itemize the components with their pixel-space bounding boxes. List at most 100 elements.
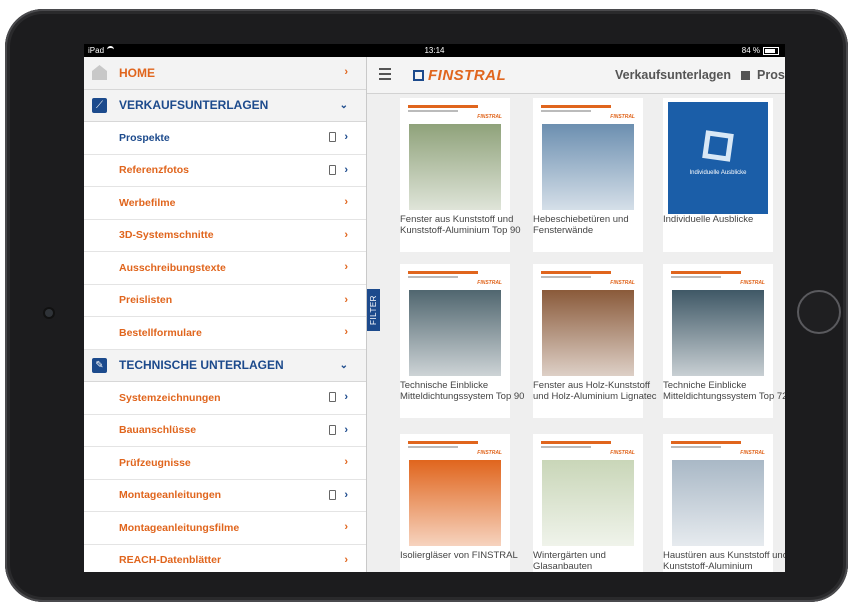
chevron-right-icon: › (344, 423, 348, 436)
cover-subheading-line (408, 110, 458, 112)
breadcrumb-verkaufsunterlagen[interactable]: Verkaufsunterlagen (615, 68, 731, 82)
filter-tab[interactable]: FILTER (367, 289, 380, 331)
cover-heading-line (541, 441, 611, 444)
document-card[interactable]: FINSTRAL Isoliergläser von FINSTRAL (400, 434, 518, 572)
tablet-icon (329, 392, 336, 402)
sidebar-item-label: Bauanschlüsse (119, 424, 197, 437)
battery-icon (763, 46, 779, 55)
sidebar-item[interactable]: Bestellformulare › (84, 317, 366, 350)
finstral-logo: FINSTRAL (413, 66, 506, 84)
square-icon (741, 71, 751, 80)
document-card[interactable]: FINSTRAL Haustüren aus Kunststoff und Kun… (663, 434, 785, 572)
sidebar-item[interactable]: Prospekte › (84, 122, 366, 155)
document-card[interactable]: FINSTRAL Technische Einblicke Mitteldicht… (400, 264, 524, 418)
chevron-right-icon: › (344, 456, 348, 468)
tablet-icon (329, 424, 336, 435)
document-cover[interactable]: FINSTRAL (405, 438, 505, 550)
chevron-right-icon: › (344, 488, 348, 501)
tablet-icon (329, 489, 336, 500)
document-card[interactable]: FINSTRAL Wintergärten und Glasanbauten (533, 434, 643, 572)
chevron-down-icon: ⌄ (339, 99, 348, 111)
cover-photo (542, 124, 634, 210)
sidebar-item[interactable]: Referenzfotos › (84, 155, 366, 187)
cover-brand: FINSTRAL (477, 450, 502, 456)
cover-heading-line (541, 105, 611, 108)
chevron-right-icon: › (344, 66, 348, 78)
sidebar-item[interactable]: Prüfzeugnisse › (84, 447, 366, 480)
sidebar-item[interactable]: REACH-Datenblätter › (84, 545, 366, 573)
document-card[interactable]: Individuelle Ausblicke Individuelle Ausbl… (663, 98, 773, 252)
sidebar-item[interactable]: 3D-Systemschnitte › (84, 220, 366, 252)
sidebar-item-label: REACH-Datenblätter (119, 554, 222, 567)
sidebar-item-label: Montageanleitungen (119, 489, 222, 502)
chevron-down-icon: ⌄ (339, 359, 348, 371)
sidebar-item-label: VERKAUFSUNTERLAGEN (119, 98, 269, 113)
document-caption: Fenster aus Kunststoff und Kunststoff-Al… (400, 214, 521, 236)
home-button[interactable] (797, 290, 841, 334)
sidebar-item-label: Ausschreibungstexte (119, 261, 226, 274)
chart-icon: ⟋ (92, 97, 107, 113)
chevron-right-icon: › (344, 228, 348, 241)
sidebar-item[interactable]: Montageanleitungen › (84, 480, 366, 512)
chevron-right-icon: › (344, 261, 348, 273)
sidebar-item-label: Preislisten (119, 294, 173, 307)
document-caption: Haustüren aus Kunststoff und Kunststoff-… (663, 550, 785, 572)
cover-subheading-line (671, 276, 721, 278)
document-card[interactable]: FINSTRAL Hebeschiebetüren und Fensterwänd… (533, 98, 643, 252)
sidebar-section[interactable]: ⟋ VERKAUFSUNTERLAGEN ⌄ (84, 89, 366, 122)
logo-mark-icon (413, 69, 424, 81)
screen: iPad 13:14 84 % HOME › ⟋ VERKAUFSUNTERLAGEN… (84, 44, 785, 572)
menu-icon[interactable] (379, 68, 391, 80)
document-caption: Hebeschiebetüren und Fensterwände (533, 214, 629, 236)
breadcrumb: Verkaufsunterlagen Pros (615, 68, 785, 82)
cover-brand: FINSTRAL (477, 280, 502, 286)
sidebar-item-label: Prospekte (119, 131, 170, 144)
cover-brand: FINSTRAL (477, 114, 502, 120)
cover-heading-line (671, 271, 741, 274)
document-card[interactable]: FINSTRAL Fenster aus Holz-Kunststoff und … (533, 264, 657, 418)
document-cover[interactable]: FINSTRAL (405, 268, 505, 380)
breadcrumb-prospekte[interactable]: Pros (757, 68, 785, 82)
cover-subheading-line (408, 446, 458, 448)
chevron-right-icon: › (344, 131, 348, 143)
document-cover[interactable]: FINSTRAL (538, 102, 638, 214)
sidebar-item[interactable]: Ausschreibungstexte › (84, 252, 366, 285)
document-caption: Fenster aus Holz-Kunststoff und Holz-Alu… (533, 380, 657, 402)
status-battery: 84 % (742, 44, 779, 57)
document-card[interactable]: FINSTRAL Fenster aus Kunststoff und Kunst… (400, 98, 521, 252)
logo-text: FINSTRAL (428, 66, 507, 84)
cover-photo (409, 124, 501, 210)
sidebar-section[interactable]: HOME › (84, 57, 366, 90)
document-cover[interactable]: FINSTRAL (538, 438, 638, 550)
window-frame-graphic (702, 130, 734, 162)
cover-subheading-line (408, 276, 458, 278)
sidebar-item-label: 3D-Systemschnitte (119, 229, 214, 242)
document-cover[interactable]: FINSTRAL (405, 102, 505, 214)
cover-photo (409, 460, 501, 546)
document-card[interactable]: FINSTRAL Techniche Einblicke Mitteldichtu… (663, 264, 785, 418)
sidebar-section[interactable]: ✎ TECHNISCHE UNTERLAGEN ⌄ (84, 349, 366, 382)
document-caption: Technische Einblicke Mitteldichtungssyst… (400, 380, 525, 402)
sidebar-item[interactable]: Preislisten › (84, 285, 366, 317)
sidebar-item-label: Referenzfotos (119, 164, 190, 177)
cover-brand: FINSTRAL (740, 280, 765, 286)
cover-subheading-line (541, 276, 591, 278)
sidebar-item-label: HOME (119, 65, 155, 80)
home-icon (92, 65, 107, 80)
cover-brand: FINSTRAL (610, 450, 635, 456)
sidebar-item[interactable]: Montageanleitungsfilme › (84, 512, 366, 545)
sidebar-item-label: TECHNISCHE UNTERLAGEN (119, 358, 284, 373)
document-cover[interactable]: Individuelle Ausblicke (668, 102, 768, 214)
cover-brand: FINSTRAL (740, 450, 765, 456)
status-time: 13:14 (424, 46, 445, 55)
sidebar-item[interactable]: Bauanschlüsse › (84, 415, 366, 447)
sidebar-item[interactable]: Systemzeichnungen › (84, 382, 366, 415)
cover-photo (542, 460, 634, 546)
sidebar-item-label: Prüfzeugnisse (119, 456, 191, 469)
sidebar-item-label: Montageanleitungsfilme (119, 521, 240, 534)
sidebar-item[interactable]: Werbefilme › (84, 187, 366, 220)
camera-icon (45, 309, 53, 317)
document-cover[interactable]: FINSTRAL (538, 268, 638, 380)
document-cover[interactable]: FINSTRAL (668, 438, 768, 550)
document-cover[interactable]: FINSTRAL (668, 268, 768, 380)
